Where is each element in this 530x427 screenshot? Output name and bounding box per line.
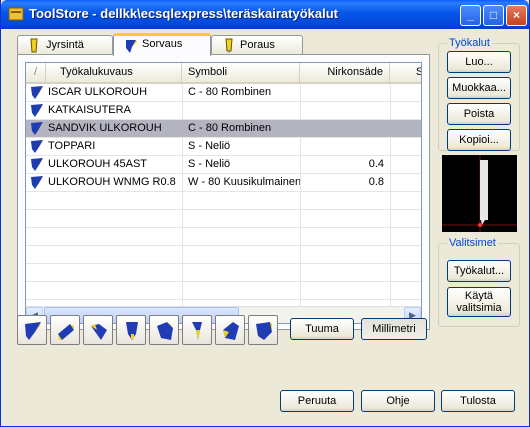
cell-radius [300,138,384,155]
group-title: Valitsimet [447,237,498,249]
tool-type-button-1[interactable] [17,315,47,345]
back-turning-tool-icon [256,322,272,340]
cell-description: ULKOROUH WNMG R0.8 [48,176,176,188]
column-header-radius[interactable]: Nirkonsäde [300,63,390,82]
table-row[interactable]: TOPPARI S - Neliö [26,138,421,156]
help-button[interactable]: Ohje [361,390,435,412]
table-row[interactable]: SANDVIK ULKOROUH C - 80 Rombinen [26,120,421,138]
cell-symbol: S - Neliö [188,140,231,152]
column-header-s[interactable]: S [390,63,421,82]
empty-row [26,246,421,264]
turning-tool-icon [25,322,41,340]
cell-description: SANDVIK ULKOROUH [48,122,162,134]
empty-row [26,264,421,282]
cell-radius [300,84,384,101]
tab-label: Poraus [240,39,275,51]
boring-tool-icon [223,322,239,340]
tab-label: Sorvaus [142,38,183,50]
turning-tool-icon [31,140,43,153]
cell-symbol: S - Neliö [188,158,231,170]
tool-type-button-7[interactable] [215,315,245,345]
tool-type-button-8[interactable] [248,315,278,345]
parting-tool-icon [192,322,202,340]
cancel-button[interactable]: Peruuta [280,390,354,412]
millimeter-unit-button[interactable]: Millimetri [361,318,427,340]
tab-poraus[interactable]: Poraus [211,35,303,55]
cell-description: TOPPARI [48,140,96,152]
tool-type-button-4[interactable] [116,315,146,345]
cell-symbol [182,102,300,119]
group-title: Työkalut [447,37,492,49]
tool-list[interactable]: / Työkalukuvaus Symboli Nirkonsäde S ISC… [25,62,422,324]
selectors-tools-button[interactable]: Työkalut... [447,260,511,282]
button-label-line2: valitsimia [456,302,502,314]
empty-row [26,210,421,228]
table-row[interactable]: ISCAR ULKOROUH C - 80 Rombinen [26,84,421,102]
turning-tool-icon [31,176,43,189]
profiling-tool-icon [157,322,173,340]
tool-type-button-2[interactable] [50,315,80,345]
delete-tool-button[interactable]: Poista [447,103,511,125]
milling-tool-icon [30,38,38,53]
cell-symbol: W - 80 Kuusikulmainen [188,176,300,188]
cell-radius [300,102,384,119]
app-icon [8,7,24,21]
use-selectors-button[interactable]: Käytä valitsimia [447,287,511,317]
tab-sorvaus[interactable]: Sorvaus [113,33,211,56]
tab-panel-sorvaus: / Työkalukuvaus Symboli Nirkonsäde S ISC… [17,54,430,330]
empty-row [26,228,421,246]
toolstore-window: ToolStore - dellkk\ecsqlexpress\teräskai… [0,0,530,427]
tool-preview [442,155,517,232]
dialog-client: Jyrsintä Sorvaus Poraus / Työkalukuvaus … [5,29,525,423]
copy-tool-button[interactable]: Kopioi... [447,129,511,151]
close-button[interactable]: × [506,5,527,26]
empty-row [26,192,421,210]
table-row[interactable]: ULKOROUH 45AST S - Neliö 0.4 [26,156,421,174]
cell-description: KATKAISUTERA [48,104,131,116]
list-header: / Työkalukuvaus Symboli Nirkonsäde S [26,63,421,84]
cell-radius [300,120,384,137]
cell-description: ULKOROUH 45AST [48,158,148,170]
sort-indicator: / [26,63,46,82]
column-header-symbol[interactable]: Symboli [182,63,300,82]
tool-type-button-5[interactable] [149,315,179,345]
button-label-line1: Käytä [464,290,494,302]
cell-symbol: C - 80 Rombinen [188,122,272,134]
turning-tool-icon [31,86,43,99]
inch-unit-button[interactable]: Tuuma [290,318,354,340]
minimize-button[interactable]: _ [460,5,481,26]
grooving-tool-icon [126,322,138,340]
column-header-description[interactable]: Työkalukuvaus [46,63,182,82]
tab-label: Jyrsintä [46,39,84,51]
table-row[interactable]: ULKOROUH WNMG R0.8 W - 80 Kuusikulmainen 0… [26,174,421,192]
table-row[interactable]: KATKAISUTERA [26,102,421,120]
turning-tool-icon [31,158,43,171]
new-tool-button[interactable]: Luo... [447,51,511,73]
tool-type-button-6[interactable] [182,315,212,345]
cell-radius: 0.4 [368,158,384,170]
print-button[interactable]: Tulosta [441,390,515,412]
facing-tool-icon [91,324,107,340]
window-title: ToolStore - dellkk\ecsqlexpress\teräskai… [29,6,339,21]
turning-tool-icon [126,40,137,53]
maximize-button[interactable]: □ [483,5,504,26]
turning-tool-icon [31,104,43,117]
tool-preview-image [442,155,517,232]
cell-radius: 0.8 [368,176,384,188]
title-bar[interactable]: ToolStore - dellkk\ecsqlexpress\teräskai… [1,0,529,29]
cell-description: ISCAR ULKOROUH [48,86,148,98]
tab-jyrsinta[interactable]: Jyrsintä [17,35,113,55]
cell-symbol: C - 80 Rombinen [188,86,272,98]
drill-tool-icon [225,38,233,53]
turning-tool-icon [31,122,43,135]
empty-row [26,282,421,300]
edit-tool-button[interactable]: Muokkaa... [447,77,511,99]
threading-tool-icon [58,324,74,340]
tool-type-button-3[interactable] [83,315,113,345]
